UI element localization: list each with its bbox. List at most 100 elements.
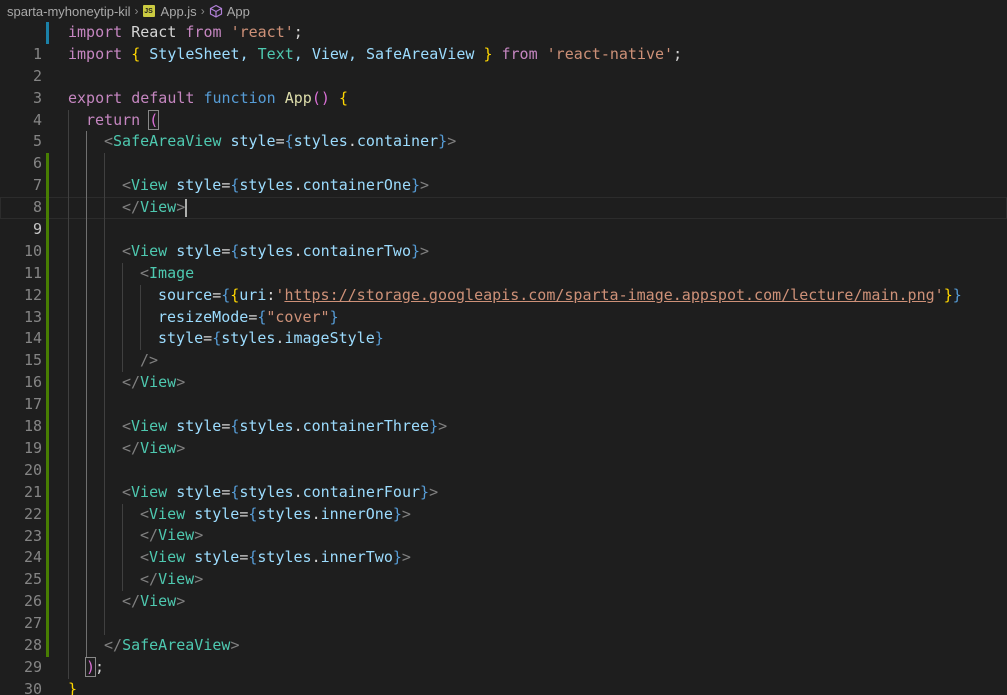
code-line[interactable]: 28 [0,613,1007,654]
code-line[interactable]: 19 <View style={styles.containerThree}> [0,416,1007,457]
code-line[interactable]: 5 return ( [0,109,1007,150]
code-line[interactable]: 29 </SafeAreaView> [0,634,1007,676]
code-token: } [68,679,78,695]
code-line[interactable]: 23 <View style={styles.innerOne}> [0,503,1007,545]
code-token: } [429,417,439,436]
code-token: . [311,548,321,567]
code-token: } [411,241,421,260]
indent-guide [68,416,69,438]
code-line[interactable]: 31 } [0,679,1007,695]
breadcrumb-folder[interactable]: sparta-myhoneytip-kil [7,4,131,19]
code-token: 'react-native' [546,44,674,63]
code-line[interactable]: 1 import React from 'react'; [0,22,1007,63]
code-line[interactable]: 16 /> [0,350,1007,391]
code-token: from [501,44,538,63]
indent-guide [68,437,69,460]
git-added-marker [46,306,49,329]
git-added-marker [46,613,49,635]
code-line[interactable]: 20 </View> [0,437,1007,479]
code-line[interactable]: 10 [0,219,1007,260]
symbol-component-icon [209,4,223,18]
code-line[interactable]: 18 [0,394,1007,435]
code-token: StyleSheet, [140,44,258,63]
code-line[interactable]: 26 </View> [0,569,1007,610]
code-token: View [149,548,186,567]
code-token: View [131,176,168,195]
breadcrumb: sparta-myhoneytip-kil › JS App.js › App [0,0,1007,22]
code-token: > [420,241,430,260]
git-added-marker [46,437,49,460]
chevron-right-icon: › [134,4,139,18]
code-line[interactable]: 24 </View> [0,525,1007,566]
code-token: { [221,285,231,304]
code-token: style [176,176,222,195]
code-token: containerTwo [302,241,411,260]
code-line[interactable]: 27 </View> [0,591,1007,632]
git-added-marker [46,153,49,176]
code-token: container [356,132,439,151]
code-token: = [275,132,285,151]
git-added-marker [46,591,49,614]
code-line[interactable]: 11 <View style={styles.containerTwo}> [0,240,1007,282]
code-line[interactable]: 4 export default function App() { [0,88,1007,129]
breadcrumb-symbol[interactable]: App [227,4,250,19]
indent-guide [140,284,141,307]
indent-guide [86,131,87,154]
indent-guide [104,591,105,614]
code-line[interactable]: 8 <View style={styles.containerOne}> [0,175,1007,216]
url-link[interactable]: https://storage.googleapis.com/sparta-im… [284,286,934,304]
code-token: </ [122,438,141,457]
code-editor[interactable]: sparta-myhoneytip-kil › JS App.js › App … [0,0,1007,695]
git-added-marker [46,416,49,438]
code-line[interactable]: 22 <View style={styles.containerFour}> [0,481,1007,523]
indent-guide [68,459,69,482]
indent-guide [104,350,105,373]
code-token: import [68,23,123,41]
code-area[interactable]: 1 import React from 'react'; 2 import { … [0,22,1007,695]
code-token: style [230,132,276,151]
code-token: View [158,570,195,589]
code-token: imageStyle [284,329,375,348]
code-token: style [176,482,222,501]
code-token: style [176,241,222,260]
code-line[interactable]: 17 </View> [0,372,1007,413]
indent-guide [68,262,69,285]
code-line[interactable]: 25 <View style={styles.innerTwo}> [0,547,1007,588]
code-line[interactable]: 15 style={styles.imageStyle} [0,328,1007,369]
git-modified-marker [46,22,49,44]
indent-guide [104,459,105,482]
code-line[interactable]: 21 [0,459,1007,501]
code-line[interactable]: 6 <SafeAreaView style={styles.container}… [0,131,1007,172]
indent-guide [86,459,87,482]
code-line[interactable]: 30 ); [0,656,1007,695]
code-token: /> [140,351,159,370]
indent-guide [86,153,87,176]
indent-guide [68,153,69,176]
git-added-marker [46,175,49,198]
git-added-marker [46,547,49,570]
code-line[interactable]: 2 import { StyleSheet, Text, View, SafeA… [0,44,1007,85]
indent-guide [68,328,69,351]
code-line[interactable]: 7 [0,153,1007,194]
code-token: . [311,504,321,523]
code-line[interactable]: 3 [0,66,1007,107]
indent-guide [104,394,105,417]
indent-guide [68,109,69,132]
indent-guide [104,416,105,438]
code-line[interactable]: 13 source={{uri:'https://storage.googlea… [0,284,1007,326]
code-token: View [131,482,168,501]
code-token: > [194,526,204,545]
code-line-current[interactable]: 9 </View> [0,197,1007,238]
code-line[interactable]: 12 <Image [0,262,1007,304]
code-token: } [438,132,448,151]
code-token: styles [239,417,294,436]
breadcrumb-file[interactable]: App.js [161,4,197,19]
code-token: } [392,504,402,523]
indent-guide [86,328,87,351]
code-line[interactable]: 14 resizeMode={"cover"} [0,306,1007,347]
code-token: import [68,44,123,63]
